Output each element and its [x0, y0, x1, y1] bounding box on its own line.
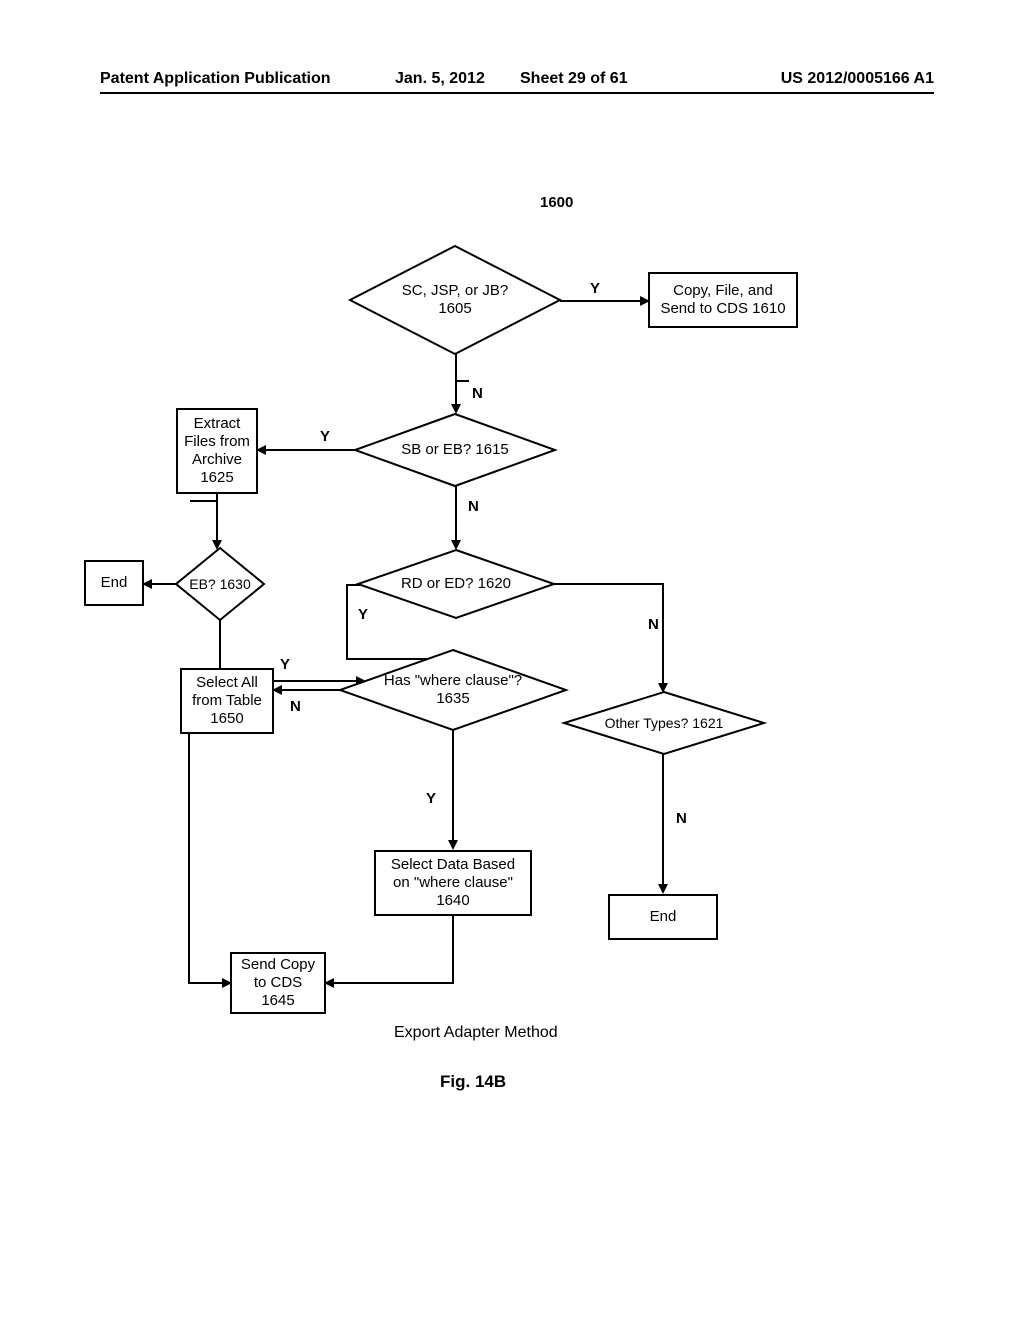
header-divider [100, 92, 934, 94]
edge-1635-y-label: Y [426, 790, 436, 807]
edge-1615-y-label: Y [320, 428, 330, 445]
header-pubnum-text: US 2012/0005166 A1 [781, 70, 934, 88]
edge-1630-n [152, 583, 178, 585]
decision-1635-text: Has "where clause"? 1635 [340, 650, 566, 730]
edge-1620-n-h [554, 583, 664, 585]
process-1650: Select All from Table 1650 [180, 668, 274, 734]
decision-1630-text: EB? 1630 [176, 548, 264, 620]
process-1645: Send Copy to CDS 1645 [230, 952, 326, 1014]
process-1610: Copy, File, and Send to CDS 1610 [648, 272, 798, 328]
terminal-end-2: End [608, 894, 718, 940]
process-1650-text: Select All from Table 1650 [192, 674, 262, 728]
header-date-text: Jan. 5, 2012 [395, 70, 485, 88]
edge-1635-n [282, 689, 342, 691]
edge-1650-v [188, 734, 190, 982]
edge-1620-y-tick [346, 584, 360, 586]
decision-1615: SB or EB? 1615 [355, 414, 555, 486]
edge-1621-n-label: N [676, 810, 687, 827]
process-1625-text: Extract Files from Archive 1625 [184, 415, 250, 487]
edge-1635-y [452, 730, 454, 840]
decision-1620-text: RD or ED? 1620 [358, 550, 554, 618]
patent-page: Patent Application Publication Jan. 5, 2… [0, 0, 1024, 1320]
edge-1621-n-arrow [658, 884, 668, 894]
edge-1630-y-label: Y [280, 656, 290, 673]
figure-caption: Export Adapter Method [394, 1024, 558, 1042]
process-1640-text: Select Data Based on "where clause" 1640 [391, 856, 515, 910]
edge-1635-y-arrow [448, 840, 458, 850]
process-1610-text: Copy, File, and Send to CDS 1610 [660, 282, 785, 318]
decision-1621: Other Types? 1621 [564, 692, 764, 754]
edge-1615-y [266, 449, 356, 451]
terminal-end-1-text: End [101, 574, 128, 592]
decision-1605: SC, JSP, or JB? 1605 [350, 246, 560, 354]
process-1640: Select Data Based on "where clause" 1640 [374, 850, 532, 916]
process-1645-text: Send Copy to CDS 1645 [241, 956, 315, 1010]
edge-1605-y [560, 300, 640, 302]
decision-1615-text: SB or EB? 1615 [355, 414, 555, 486]
edge-1605-n-v [455, 354, 457, 404]
edge-1620-y-label: Y [358, 606, 368, 623]
edge-1605-y-label: Y [590, 280, 600, 297]
figure-id-label: 1600 [540, 194, 573, 211]
edge-1615-n-label: N [468, 498, 479, 515]
terminal-end-1: End [84, 560, 144, 606]
process-1625: Extract Files from Archive 1625 [176, 408, 258, 494]
edge-1620-y-v [346, 584, 348, 658]
figure-number: Fig. 14B [440, 1072, 506, 1092]
edge-1615-n-arrow [451, 540, 461, 550]
edge-1605-n-label: N [472, 385, 483, 402]
decision-1605-text: SC, JSP, or JB? 1605 [350, 246, 560, 354]
header-sheet-text: Sheet 29 of 61 [520, 70, 628, 88]
edge-1621-n [662, 754, 664, 884]
decision-1635: Has "where clause"? 1635 [340, 650, 566, 730]
edge-1650-h [188, 982, 222, 984]
header-left-text: Patent Application Publication [100, 70, 331, 88]
terminal-end-2-text: End [650, 908, 677, 926]
edge-1620-n-v [662, 583, 664, 683]
decision-1630: EB? 1630 [176, 548, 264, 620]
edge-1615-n [455, 486, 457, 540]
edge-1620-n-label: N [648, 616, 659, 633]
edge-1625-tick [190, 500, 218, 502]
edge-1605-n-tick [455, 380, 469, 382]
edge-1635-n-label: N [290, 698, 301, 715]
edge-1640-h [334, 982, 454, 984]
edge-1640-v [452, 916, 454, 982]
decision-1620: RD or ED? 1620 [358, 550, 554, 618]
decision-1621-text: Other Types? 1621 [564, 692, 764, 754]
edge-1605-n-arrow [451, 404, 461, 414]
